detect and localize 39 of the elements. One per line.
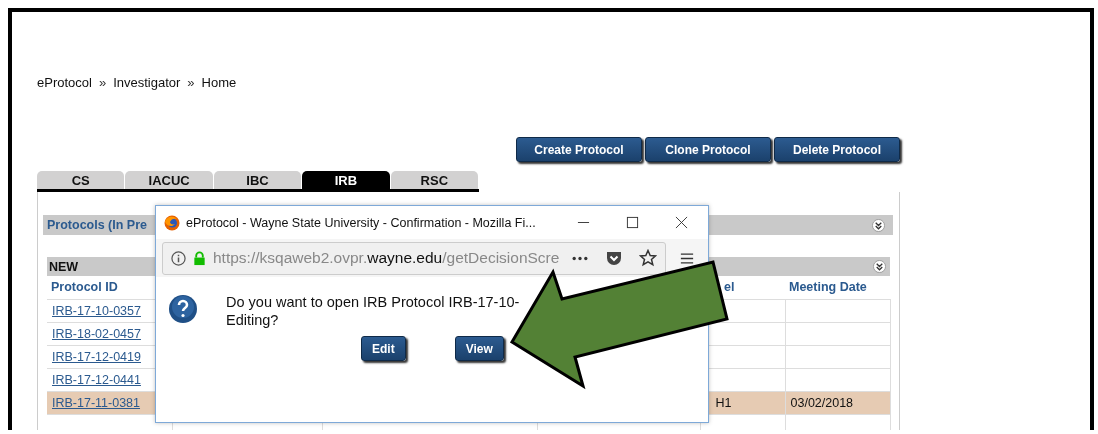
dialog-button[interactable]: View — [454, 336, 504, 361]
breadcrumb-separator: » — [98, 74, 107, 90]
question-icon — [168, 294, 198, 324]
padlock-icon — [192, 250, 207, 266]
menu-icon[interactable] — [680, 251, 694, 265]
table-cell: H1 — [715, 395, 732, 410]
breadcrumb-link[interactable]: eProtocol — [37, 74, 92, 90]
tab[interactable]: IACUC — [125, 171, 213, 189]
tab[interactable]: RSC — [390, 171, 479, 189]
info-icon[interactable] — [171, 250, 186, 266]
breadcrumb-link[interactable]: Investigator — [113, 74, 181, 90]
tab[interactable]: CS — [37, 171, 125, 189]
more-icon[interactable] — [571, 255, 589, 261]
action-button[interactable]: Create Protocol — [516, 137, 642, 162]
collapse-icon[interactable] — [872, 218, 885, 232]
tab[interactable]: IBC — [213, 171, 302, 189]
column-header: Meeting Date — [785, 276, 890, 299]
panel-title: Protocols (In Pre — [47, 218, 148, 232]
tab[interactable]: IRB — [302, 171, 390, 189]
browser-logo-icon — [164, 214, 180, 231]
column-header: el — [700, 276, 785, 299]
column-header: Protocol ID — [47, 276, 172, 299]
action-button[interactable]: Clone Protocol — [645, 137, 771, 162]
action-button[interactable]: Delete Protocol — [774, 137, 900, 162]
pocket-icon[interactable] — [605, 249, 623, 267]
close-icon[interactable] — [675, 216, 688, 229]
message-text: Editing? — [226, 311, 280, 329]
breadcrumb-link[interactable]: Home — [201, 74, 237, 90]
dialog-button[interactable]: Edit — [361, 336, 406, 361]
section-title: NEW — [49, 259, 79, 274]
breadcrumb-separator: » — [187, 74, 195, 90]
window-title: eProtocol - Wayne State University - Confirmation - Mozilla Fi... — [186, 215, 537, 230]
star-icon[interactable] — [639, 249, 657, 267]
collapse-icon[interactable] — [873, 260, 886, 273]
table-cell: 03/02/2018 — [790, 395, 854, 410]
message-text: Do you want to open IRB Protocol IRB-17-10- — [226, 293, 520, 311]
address-bar[interactable]: https://ksqaweb2.ovpr.wayne.edu/getDecisionScre — [162, 241, 666, 275]
maximize-icon[interactable] — [626, 216, 639, 229]
url-text: https://ksqaweb2.ovpr.wayne.edu/getDecisionScre — [213, 249, 560, 267]
